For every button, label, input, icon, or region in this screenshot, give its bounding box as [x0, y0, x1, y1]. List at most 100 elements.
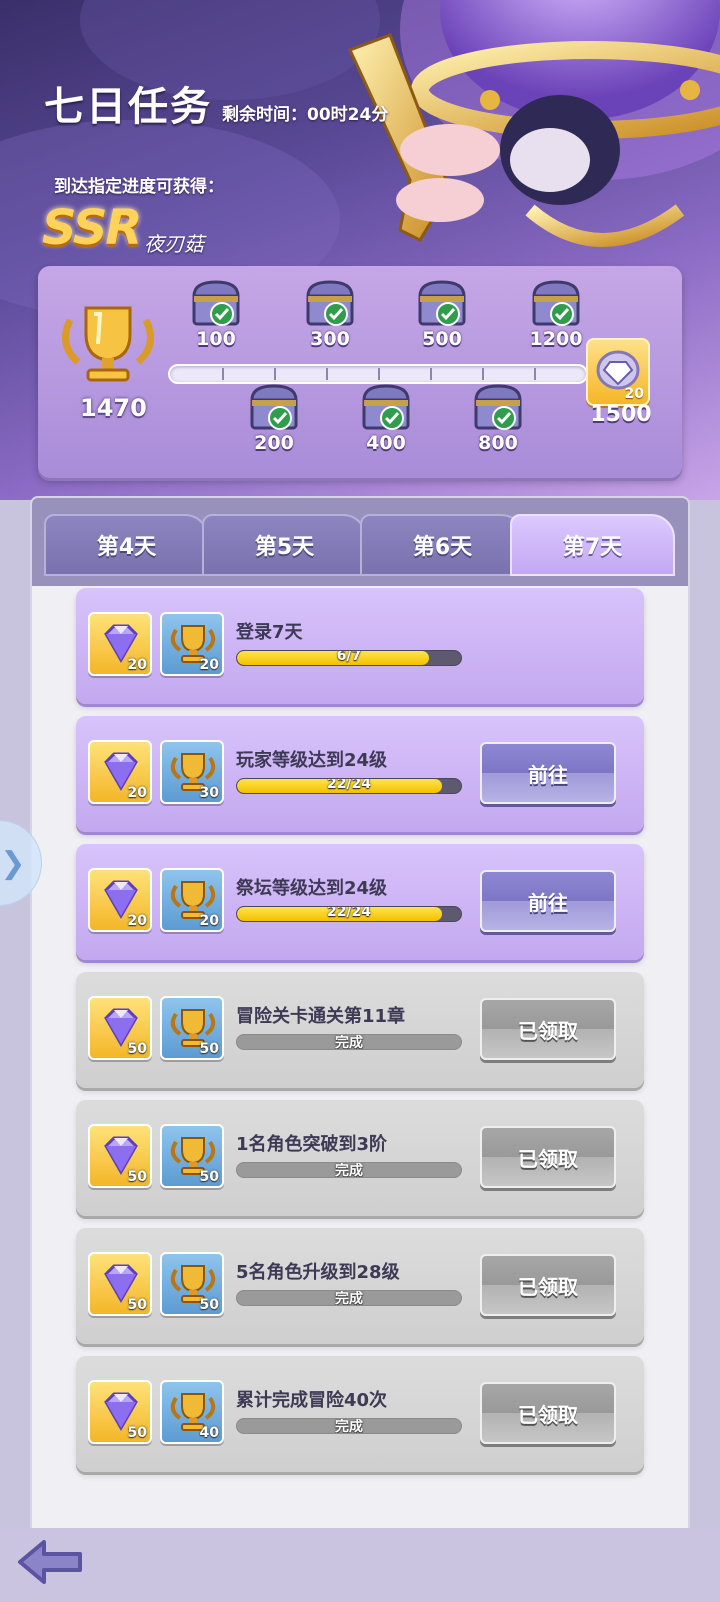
task-name: 累计完成冒险40次 [236, 1390, 388, 1411]
chest-icon [362, 384, 410, 430]
milestone-chest[interactable]: 500 [412, 276, 472, 356]
reward-character-name: 夜刃菇 [144, 232, 204, 256]
task-progress-text: 22/24 [326, 778, 372, 792]
task-progress-bar: 完成 [236, 1290, 462, 1306]
gem-reward[interactable]: 20 [88, 868, 152, 932]
chest-icon [250, 384, 298, 430]
gem-reward-count: 20 [127, 657, 147, 673]
gem-reward-count: 20 [127, 913, 147, 929]
trophy-reward[interactable]: 20 [160, 868, 224, 932]
bar-tick [222, 368, 224, 380]
chest-icon [192, 280, 240, 326]
milestone-label: 800 [478, 432, 518, 454]
task-progress-bar: 完成 [236, 1162, 462, 1178]
task-name: 祭坛等级达到24级 [236, 878, 388, 899]
task-name: 1名角色突破到3阶 [236, 1134, 388, 1155]
final-reward-count: 20 [624, 386, 644, 402]
footer-bar [0, 1528, 720, 1602]
task-row: 20 20 登录7天 6/7 [76, 588, 644, 704]
milestone-label: 100 [196, 328, 236, 350]
gem-reward[interactable]: 50 [88, 996, 152, 1060]
milestone-chest[interactable]: 200 [244, 380, 304, 460]
milestone-progress-panel: 1470 100 300 500 1200 200 400 800 20 1500 [38, 266, 682, 478]
task-progress-bar: 完成 [236, 1034, 462, 1050]
task-progress-text: 完成 [335, 1291, 363, 1306]
chest-icon [474, 384, 522, 430]
trophy-reward-count: 30 [199, 785, 219, 801]
gem-reward[interactable]: 50 [88, 1124, 152, 1188]
trophy-icon [62, 306, 154, 382]
bar-tick [482, 368, 484, 380]
task-row: 50 50 1名角色突破到3阶完成 已领取 [76, 1100, 644, 1216]
chest-icon [418, 280, 466, 326]
bar-tick [534, 368, 536, 380]
page-title: 七日任务 [44, 84, 212, 130]
claimed-button[interactable]: 已领取 [480, 998, 616, 1060]
go-button[interactable]: 前往 [480, 742, 616, 804]
timer-label: 剩余时间： [222, 105, 307, 125]
trophy-reward-count: 40 [199, 1425, 219, 1441]
gem-reward[interactable]: 50 [88, 1252, 152, 1316]
task-progress-text: 完成 [335, 1163, 363, 1178]
task-row: 50 50 冒险关卡通关第11章完成 已领取 [76, 972, 644, 1088]
chest-icon [532, 280, 580, 326]
task-name: 5名角色升级到28级 [236, 1262, 400, 1283]
milestone-chest[interactable]: 300 [300, 276, 360, 356]
task-row: 50 40 累计完成冒险40次完成 已领取 [76, 1356, 644, 1472]
gem-reward[interactable]: 50 [88, 1380, 152, 1444]
back-arrow-icon[interactable] [14, 1534, 86, 1590]
milestone-chest[interactable]: 400 [356, 380, 416, 460]
tab-day-4[interactable]: 第4天 [44, 514, 209, 576]
milestone-chest[interactable]: 1200 [526, 276, 586, 356]
trophy-reward[interactable]: 20 [160, 612, 224, 676]
trophy-reward-count: 50 [199, 1041, 219, 1057]
task-progress-bar: 6/7 [236, 650, 462, 666]
tab-day-6[interactable]: 第6天 [360, 514, 525, 576]
go-button[interactable]: 前往 [480, 870, 616, 932]
task-progress-bar: 22/24 [236, 778, 462, 794]
bar-tick [430, 368, 432, 380]
ssr-rarity-badge: SSR [42, 200, 142, 256]
gem-reward[interactable]: 20 [88, 740, 152, 804]
task-row: 20 20 祭坛等级达到24级 22/24 前往 [76, 844, 644, 960]
task-progress-text: 6/7 [336, 650, 362, 664]
trophy-reward[interactable]: 50 [160, 1124, 224, 1188]
trophy-reward-count: 50 [199, 1297, 219, 1313]
character-art [347, 0, 720, 247]
task-row: 20 30 玩家等级达到24级 22/24 前往 [76, 716, 644, 832]
claimed-button[interactable]: 已领取 [480, 1126, 616, 1188]
task-panel: 第4天 第5天 第6天 第7天 20 20 登录7天 6/7 20 30 玩家等级达到24级 22/… [32, 498, 688, 1528]
task-row: 50 50 5名角色升级到28级完成 已领取 [76, 1228, 644, 1344]
tab-day-5[interactable]: 第5天 [202, 514, 367, 576]
current-score: 1470 [80, 394, 147, 422]
gem-reward-count: 50 [127, 1041, 147, 1057]
trophy-reward[interactable]: 50 [160, 1252, 224, 1316]
day-tabs: 第4天 第5天 第6天 第7天 [32, 498, 688, 586]
tab-day-7[interactable]: 第7天 [510, 514, 675, 576]
bar-tick [378, 368, 380, 380]
milestone-chest[interactable]: 800 [468, 380, 528, 460]
task-progress-text: 完成 [335, 1035, 363, 1050]
task-progress-bar: 完成 [236, 1418, 462, 1434]
milestone-label: 500 [422, 328, 462, 350]
final-reward-chest[interactable]: 20 [586, 338, 650, 406]
trophy-reward-count: 50 [199, 1169, 219, 1185]
task-name: 冒险关卡通关第11章 [236, 1006, 406, 1027]
trophy-reward[interactable]: 50 [160, 996, 224, 1060]
gem-reward-count: 50 [127, 1297, 147, 1313]
gem-reward-count: 20 [127, 785, 147, 801]
trophy-reward[interactable]: 40 [160, 1380, 224, 1444]
claimed-button[interactable]: 已领取 [480, 1382, 616, 1444]
claimed-button[interactable]: 已领取 [480, 1254, 616, 1316]
trophy-reward[interactable]: 30 [160, 740, 224, 804]
gem-reward[interactable]: 20 [88, 612, 152, 676]
reward-hint: 到达指定进度可获得： [54, 177, 224, 197]
task-progress-text: 22/24 [326, 906, 372, 920]
milestone-label: 200 [254, 432, 294, 454]
task-name: 登录7天 [236, 622, 303, 643]
chest-icon [306, 280, 354, 326]
milestone-chest[interactable]: 100 [186, 276, 246, 356]
trophy-reward-count: 20 [199, 913, 219, 929]
task-name: 玩家等级达到24级 [236, 750, 388, 771]
final-milestone-label: 1500 [590, 402, 652, 427]
